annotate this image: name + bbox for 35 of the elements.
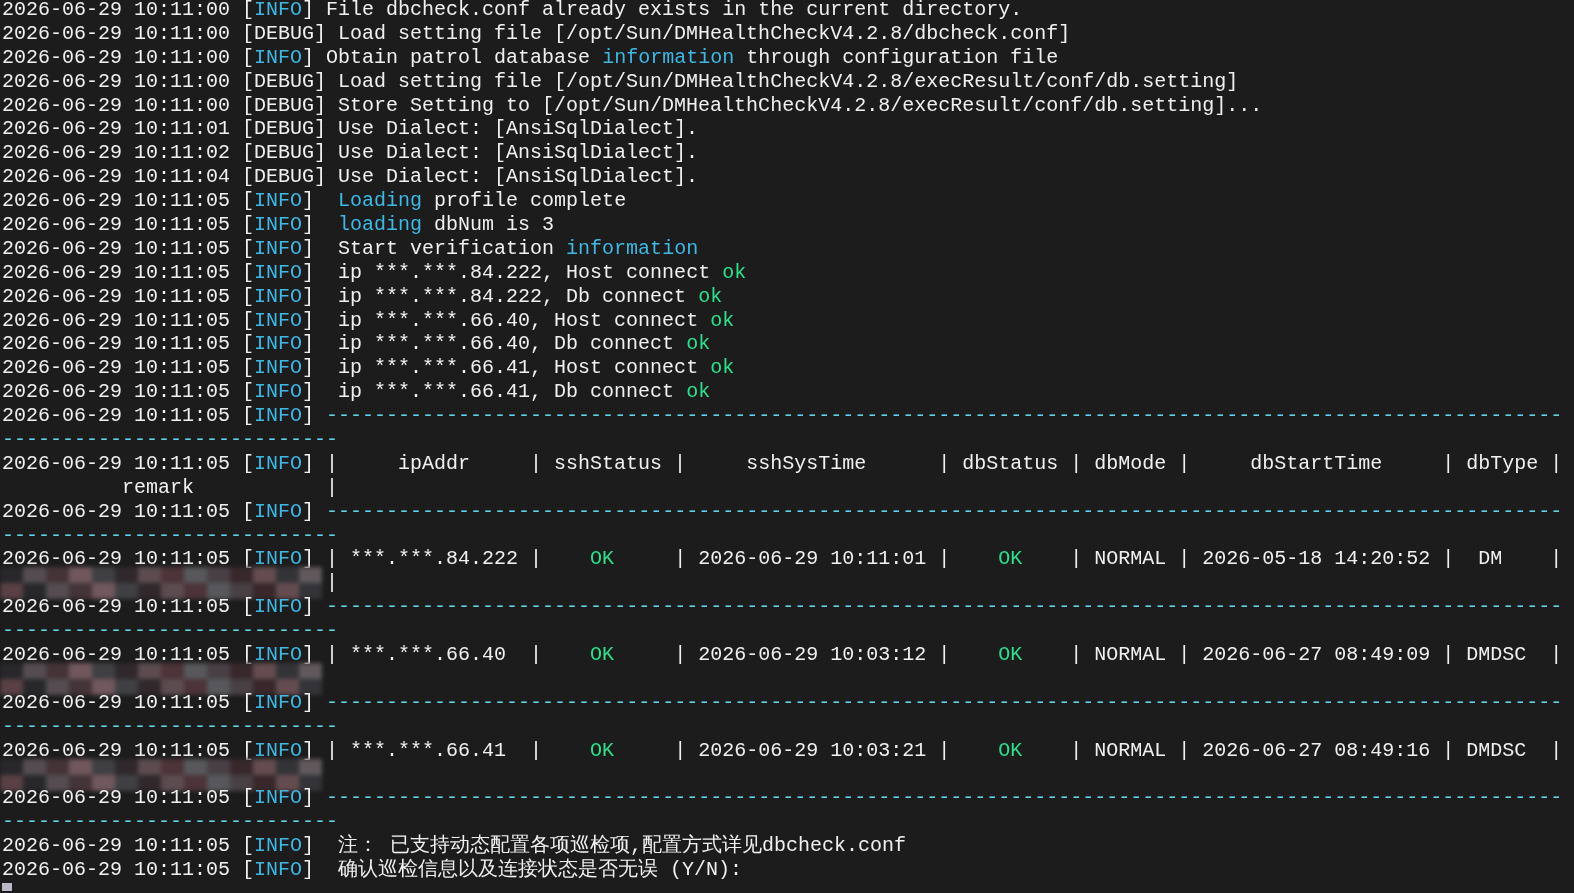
log-line: | [326,571,339,595]
log-line: ---------------------------- [2,810,339,834]
log-line: 2026-06-29 10:11:05 [INFO] loading dbNum is 3 [2,213,555,236]
log-line: 2026-06-29 10:11:00 [DEBUG] Load setting file [/opt/Sun/DMHealthCheckV4.2.8/dbcheck.conf] [2,21,1071,45]
log-line: 2026-06-29 10:11:00 [DEBUG] Store Setting to [/opt/Sun/DMHealthCheckV4.2.8/execResult/conf/db.setting]... [2,93,1263,117]
log-line: 2026-06-29 10:11:04 [DEBUG] Use Dialect: [AnsiSqlDialect]. [2,165,699,189]
log-line: 2026-06-29 10:11:00 [DEBUG] Load setting file [/opt/Sun/DMHealthCheckV4.2.8/execResult/conf/db.setting] [2,69,1239,93]
log-line: 2026-06-29 10:11:05 [INFO] ip ***.***.84.222, Db connect ok [2,284,723,308]
log-line: 2026-06-29 10:11:05 [INFO] ------------------------------------------------------------------------------------------------------- [2,404,1563,428]
log-line: 2026-06-29 10:11:05 [INFO] ------------------------------------------------------------------------------------------------------- [2,499,1563,523]
log-line: 2026-06-29 10:11:05 [INFO] ip ***.***.66.41, Db connect ok [2,380,711,404]
log-line: 2026-06-29 10:11:01 [DEBUG] Use Dialect: [AnsiSqlDialect]. [2,117,699,141]
log-line: 2026-06-29 10:11:05 [INFO] Loading profile complete [2,189,627,213]
log-line: 2026-06-29 10:11:05 [INFO] 注： 已支持动态配置各项巡检项,配置方式详见dbcheck.conf [2,834,907,858]
log-line: 2026-06-29 10:11:05 [INFO] | ipAddr | sshStatus | sshSysTime | dbStatus | dbMode | dbStartTime | dbType | [2,451,1563,475]
log-line: ---------------------------- [2,714,339,738]
log-line: 2026-06-29 10:11:05 [INFO] | ***.***.66.41 | OK | 2026-06-29 10:03:21 | OK | NORMAL | 2026-06-27 08:49:16 | DMDSC | [2,738,1563,762]
log-line: 2026-06-29 10:11:00 [INFO] File dbcheck.conf already exists in the current directory. [2,0,1023,21]
log-line: 2026-06-29 10:11:05 [INFO] ------------------------------------------------------------------------------------------------------- [2,690,1563,714]
log-line: remark | [121,475,339,499]
log-line: 2026-06-29 10:11:05 [INFO] | ***.***.66.40 | OK | 2026-06-29 10:03:12 | OK | NORMAL | 2026-06-27 08:49:09 | DMDSC | [2,643,1563,667]
log-line: 2026-06-29 10:11:05 [INFO] ------------------------------------------------------------------------------------------------------- [2,786,1563,810]
log-line: 2026-06-29 10:11:05 [INFO] ip ***.***.66.40, Db connect ok [2,332,711,356]
log-line: 2026-06-29 10:11:05 [INFO] Start verification information [2,236,699,260]
log-line: 2026-06-29 10:11:05 [INFO] 确认巡检信息以及连接状态是否无误 (Y/N): [2,858,743,882]
log-line: 2026-06-29 10:11:05 [INFO] ip ***.***.66.41, Host connect ok [2,356,735,380]
log-line: 2026-06-29 10:11:05 [INFO] ip ***.***.84.222, Host connect ok [2,260,747,284]
log-line: 2026-06-29 10:11:05 [INFO] ip ***.***.66.40, Host connect ok [2,308,735,332]
log-line: 2026-06-29 10:11:00 [INFO] Obtain patrol database information through configuration file [2,45,1059,69]
log-line: 2026-06-29 10:11:05 [INFO] ------------------------------------------------------------------------------------------------------- [2,595,1563,619]
log-line: 2026-06-29 10:11:05 [INFO] | ***.***.84.222 | OK | 2026-06-29 10:11:01 | OK | NORMAL | 2026-05-18 14:20:52 | DM | [2,547,1563,571]
log-line: 2026-06-29 10:11:02 [DEBUG] Use Dialect: [AnsiSqlDialect]. [2,141,699,165]
log-line: ---------------------------- [2,619,339,643]
log-line: ---------------------------- [2,523,339,547]
log-line: ---------------------------- [2,428,339,452]
